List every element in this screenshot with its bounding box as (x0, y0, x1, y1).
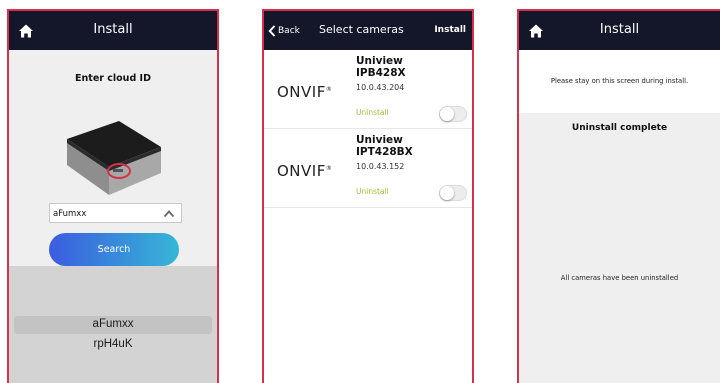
toggle-knob (440, 186, 454, 200)
picker-option[interactable]: rpH4uK (9, 338, 217, 350)
page-title: Install (93, 22, 133, 37)
toggle-knob (440, 107, 454, 121)
stay-notice: Please stay on this screen during instal… (519, 50, 720, 113)
camera-toggle[interactable] (439, 106, 467, 122)
page-title: Install (599, 22, 640, 37)
camera-model: IPT428BX (356, 146, 413, 158)
enter-cloud-id-label: Enter cloud ID (75, 73, 151, 84)
top-bar: Install (9, 11, 217, 50)
camera-ip: 10.0.43.152 (356, 162, 405, 171)
search-button[interactable]: Search (49, 233, 179, 266)
picker-option[interactable]: aFumxx (9, 318, 217, 330)
camera-ip: 10.0.43.204 (356, 83, 405, 92)
page-title: Select cameras (319, 23, 404, 36)
camera-vendor: Uniview (356, 134, 403, 146)
select-cameras-screen: Back Select cameras Install ONVIF® Univi… (262, 9, 474, 383)
uninstall-complete-message: Uninstall complete (571, 123, 668, 133)
stay-message: Please stay on this screen during instal… (550, 77, 689, 85)
camera-model: IPB428X (356, 67, 406, 79)
uninstall-link[interactable]: Uninstall (356, 187, 389, 196)
camera-list-item: ONVIF® Uniview IPB428X 10.0.43.204 Unins… (264, 50, 472, 129)
device-illustration (57, 109, 167, 201)
back-label: Back (278, 26, 300, 36)
camera-toggle[interactable] (439, 185, 467, 201)
cloud-id-picker[interactable]: aFumxx rpH4uK (9, 266, 217, 383)
onvif-logo: ONVIF® (277, 83, 333, 101)
cloud-id-input[interactable] (53, 206, 153, 221)
install-button[interactable]: Install (434, 25, 466, 35)
status-area: Uninstall complete All cameras have been… (519, 113, 720, 383)
back-button[interactable]: Back (268, 24, 300, 38)
chevron-left-icon (268, 25, 276, 37)
top-bar: Install (519, 11, 720, 50)
camera-vendor: Uniview (356, 55, 403, 67)
install-screen-status: Install Please stay on this screen durin… (517, 9, 720, 383)
caret-up-icon[interactable] (163, 209, 175, 218)
all-uninstalled-message: All cameras have been uninstalled (560, 274, 679, 282)
onvif-logo: ONVIF® (277, 162, 333, 180)
camera-list-item: ONVIF® Uniview IPT428BX 10.0.43.152 Unin… (264, 129, 472, 208)
uninstall-link[interactable]: Uninstall (356, 108, 389, 117)
cloud-id-field[interactable] (49, 203, 182, 223)
top-bar: Back Select cameras Install (264, 11, 472, 50)
install-screen-cloud-id: Install Enter cloud ID Search aFumxx rpH… (7, 9, 219, 383)
